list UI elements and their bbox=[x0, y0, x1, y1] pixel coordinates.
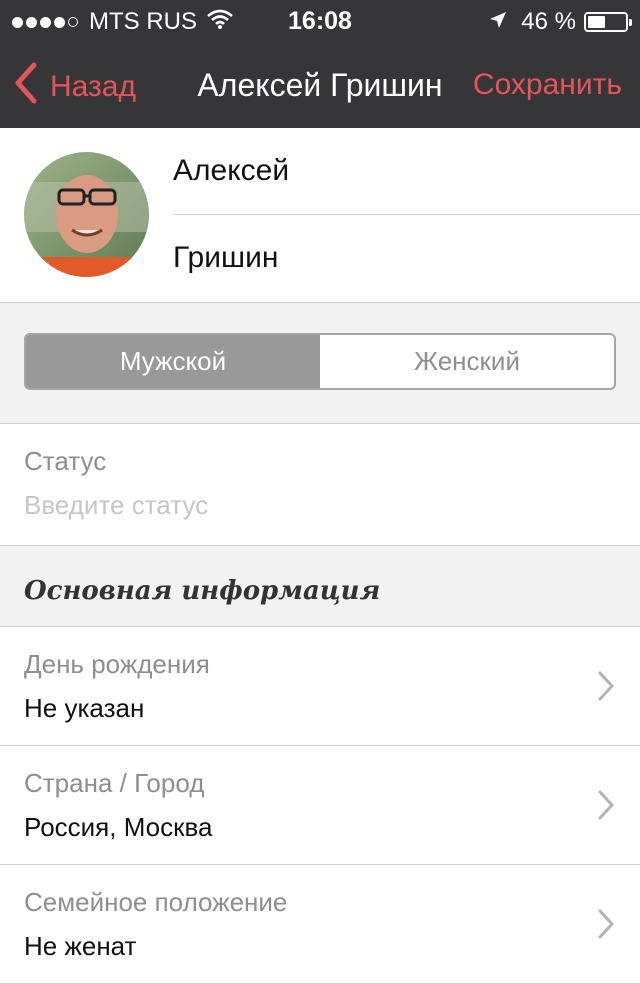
status-label: Статус bbox=[24, 446, 107, 476]
battery-icon bbox=[584, 12, 632, 32]
status-bar-right: 46 % bbox=[489, 8, 632, 36]
status-input[interactable] bbox=[24, 490, 614, 521]
row-label: Семейное положение bbox=[24, 887, 288, 917]
row-label: День рождения bbox=[24, 649, 210, 679]
status-section: Статус bbox=[0, 424, 640, 546]
chevron-right-icon bbox=[598, 909, 614, 944]
navigation-bar: Назад Алексей Гришин Сохранить bbox=[0, 42, 640, 128]
avatar[interactable] bbox=[24, 152, 149, 277]
marital-status-row[interactable]: Семейное положение Не женат bbox=[0, 865, 640, 984]
row-value: Не указан bbox=[24, 693, 145, 723]
section-title: Основная информация bbox=[24, 576, 381, 606]
gender-segmented-control: Мужской Женский bbox=[24, 333, 616, 390]
chevron-right-icon bbox=[598, 790, 614, 825]
row-value: Россия, Москва bbox=[24, 812, 213, 842]
birthday-row[interactable]: День рождения Не указан bbox=[0, 627, 640, 746]
profile-card: Алексей Гришин bbox=[0, 128, 640, 303]
gender-female-option[interactable]: Женский bbox=[320, 335, 614, 388]
section-header: Основная информация bbox=[0, 546, 640, 627]
status-bar: MTS RUS 16:08 46 % bbox=[0, 0, 640, 42]
row-label: Страна / Город bbox=[24, 768, 205, 798]
row-value: Не женат bbox=[24, 931, 137, 961]
battery-level bbox=[588, 16, 605, 28]
last-name-field[interactable]: Гришин bbox=[173, 215, 640, 301]
battery-percent: 46 % bbox=[521, 8, 576, 35]
location-arrow-icon bbox=[489, 8, 507, 36]
chevron-right-icon bbox=[598, 671, 614, 706]
first-name-field[interactable]: Алексей bbox=[173, 128, 640, 215]
gender-section: Мужской Женский bbox=[0, 303, 640, 424]
save-button[interactable]: Сохранить bbox=[473, 68, 622, 102]
gender-male-option[interactable]: Мужской bbox=[26, 335, 320, 388]
country-city-row[interactable]: Страна / Город Россия, Москва bbox=[0, 746, 640, 865]
